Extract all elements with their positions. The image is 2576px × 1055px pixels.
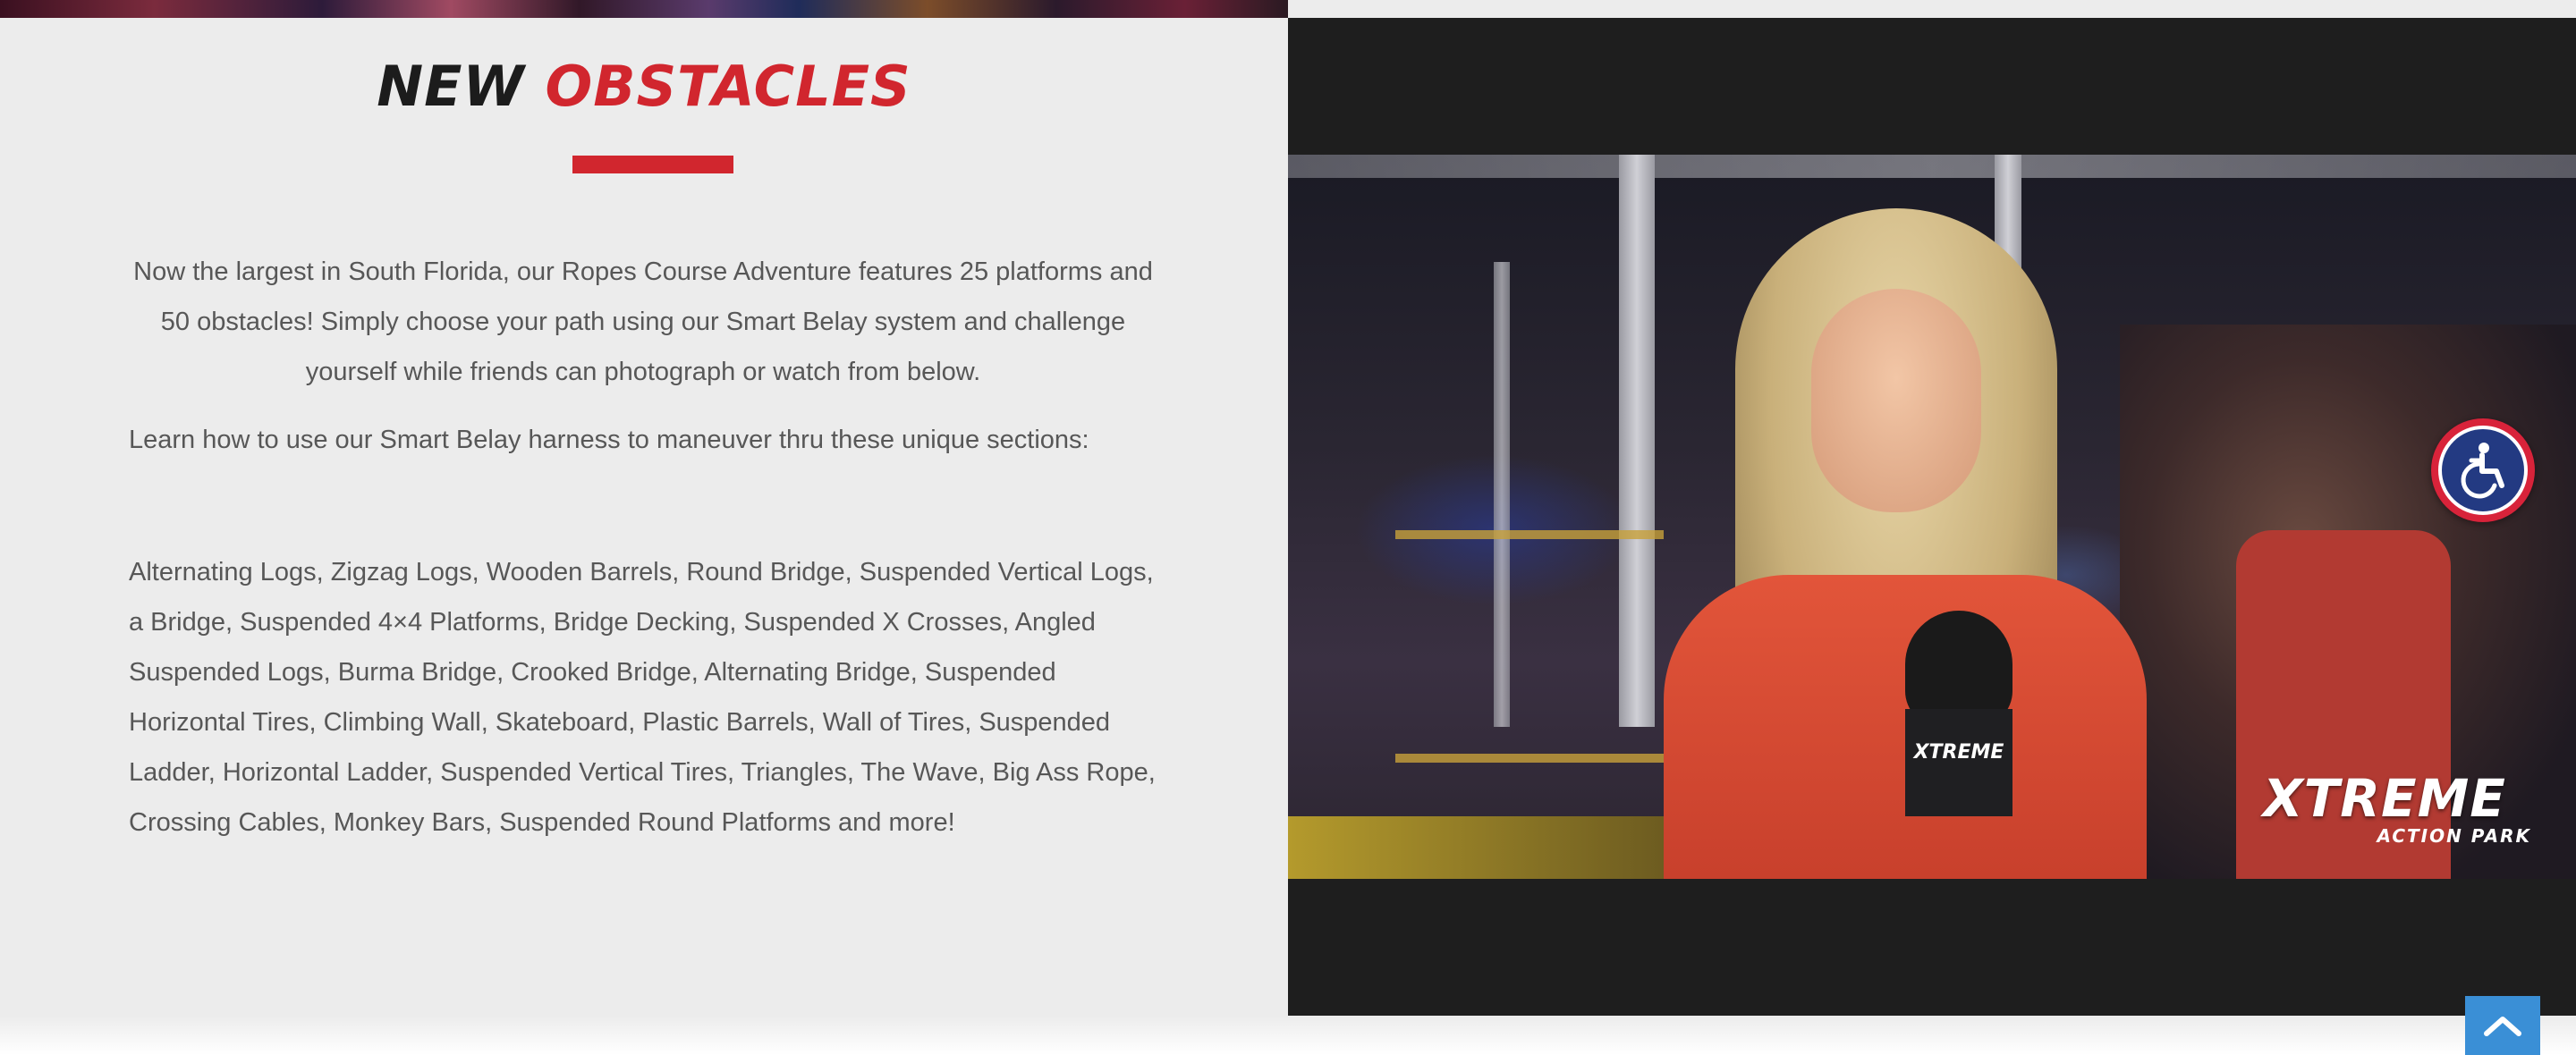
accessibility-button[interactable]	[2431, 418, 2535, 522]
harness-paragraph: Learn how to use our Smart Belay harness…	[129, 426, 1089, 454]
header-strip-right	[1288, 0, 2576, 18]
microphone-logo: XTREME	[1913, 741, 2004, 764]
section-heading: NEW OBSTACLES	[0, 54, 1288, 120]
obstacle-list-paragraph: Alternating Logs, Zigzag Logs, Wooden Ba…	[129, 558, 1156, 837]
ceiling-truss	[1288, 155, 2576, 178]
intro-paragraph: Now the largest in South Florida, our Ro…	[133, 257, 1153, 386]
wheelchair-icon	[2461, 443, 2504, 499]
presenter-face	[1811, 289, 1981, 512]
heading-word-new: NEW	[377, 54, 525, 119]
video-brand-watermark: XTREME ACTION PARK	[2263, 772, 2549, 852]
accessibility-inner	[2438, 426, 2528, 515]
heading-underline	[572, 156, 733, 173]
video-section: XTREME XTREME ACTION PARK	[1288, 18, 2576, 1016]
header-image-strip	[0, 0, 1288, 18]
brand-logo-text: XTREME	[2263, 768, 2506, 829]
footer-strip	[0, 1016, 2576, 1055]
scroll-to-top-button[interactable]	[2465, 996, 2540, 1055]
chevron-up-icon	[2484, 1017, 2521, 1036]
obstacles-section: NEW OBSTACLES Now the largest in South F…	[0, 18, 1288, 1016]
promo-video[interactable]: XTREME XTREME ACTION PARK	[1288, 155, 2576, 879]
heading-word-obstacles: OBSTACLES	[545, 54, 911, 119]
yellow-railing	[1395, 530, 1664, 763]
